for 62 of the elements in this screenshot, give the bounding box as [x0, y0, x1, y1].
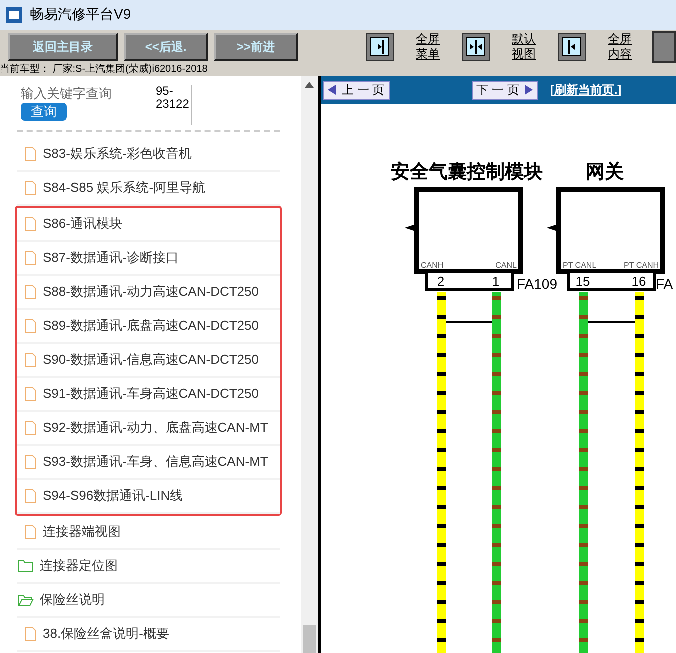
pin-name: PT CANH [624, 261, 659, 270]
document-icon [25, 180, 37, 196]
search-button[interactable]: 查询 [21, 103, 67, 121]
document-icon [25, 488, 37, 504]
previous-page-button[interactable]: 上 一 页 [323, 80, 390, 100]
document-icon [25, 386, 37, 402]
connector-label: FA [656, 276, 674, 292]
document-icon [25, 454, 37, 470]
next-page-button[interactable]: 下 一 页 [472, 80, 538, 100]
view-button[interactable]: 全屏 菜单 [366, 32, 440, 62]
document-icon [25, 318, 37, 334]
window-title: 畅易汽修平台V9 [30, 6, 132, 24]
document-icon [25, 420, 37, 436]
view-button[interactable]: 默认 视图 [462, 32, 536, 62]
tree-item[interactable]: S87-数据通讯-诊断接口 [17, 242, 280, 276]
pin-name: PT CANL [563, 261, 597, 270]
pin-number: 1 [492, 274, 500, 289]
tree-item[interactable]: S92-数据通讯-动力、底盘高速CAN-MT [17, 412, 280, 446]
tree-item[interactable]: S84-S85 娱乐系统-阿里导航 [17, 172, 280, 206]
module-title: 网关 [586, 162, 624, 183]
toolbar-button[interactable] [652, 31, 676, 63]
tree-item[interactable]: S93-数据通讯-车身、信息高速CAN-MT [17, 446, 280, 480]
tree-item[interactable]: S90-数据通讯-信息高速CAN-DCT250 [17, 344, 280, 378]
module-title: 安全气囊控制模块 [391, 162, 543, 183]
tree-item[interactable]: S83-娱乐系统-彩色收音机 [17, 138, 280, 172]
app-icon [6, 7, 22, 23]
search-label: 输入关键字查询 [21, 85, 112, 103]
pin-number: 16 [632, 274, 646, 289]
tree-item[interactable]: S86-通讯模块 [17, 208, 280, 242]
tree-item[interactable]: 38.保险丝盒说明-概要 [17, 618, 280, 652]
document-icon [25, 146, 37, 162]
left-arrow-icon [328, 85, 336, 95]
connector-label: FA109 [517, 276, 558, 292]
document-icon [25, 250, 37, 266]
document-icon [25, 284, 37, 300]
pin-name: CANL [496, 261, 517, 270]
tree-item[interactable]: 连接器端视图 [17, 516, 280, 550]
scrollbar-thumb[interactable] [303, 625, 316, 653]
wire-splice [588, 321, 635, 323]
tree-item[interactable]: S91-数据通讯-车身高速CAN-DCT250 [17, 378, 280, 412]
panel-toggle-icon [558, 33, 586, 61]
tree-item[interactable]: S89-数据通讯-底盘高速CAN-DCT250 [17, 310, 280, 344]
tree-item[interactable]: S94-S96数据通讯-LIN线 [17, 480, 280, 514]
tree-item[interactable]: 连接器定位图 [17, 550, 280, 584]
view-button[interactable]: 全屏 内容 [558, 32, 632, 62]
pin-name: CANH [421, 261, 444, 270]
pin-number: 15 [576, 274, 590, 289]
document-icon [25, 626, 37, 642]
code-text: 95- 23122 [156, 85, 192, 125]
document-icon [25, 524, 37, 540]
scroll-up-icon[interactable] [305, 82, 314, 88]
document-icon [25, 216, 37, 232]
wire-splice [446, 321, 492, 323]
document-icon [25, 352, 37, 368]
refresh-link[interactable]: [刷新当前页.] [550, 82, 622, 98]
tree-item[interactable]: S88-数据通讯-动力高速CAN-DCT250 [17, 276, 280, 310]
car-model-info: 当前车型： 厂家:S-上汽集团(荣威)i62016-2018 [0, 64, 209, 76]
panel-toggle-icon [366, 33, 394, 61]
right-arrow-icon [525, 85, 534, 95]
pin-number: 2 [437, 274, 445, 289]
panel-toggle-icon [462, 33, 490, 61]
tree-item[interactable]: 保险丝说明 [17, 584, 280, 618]
